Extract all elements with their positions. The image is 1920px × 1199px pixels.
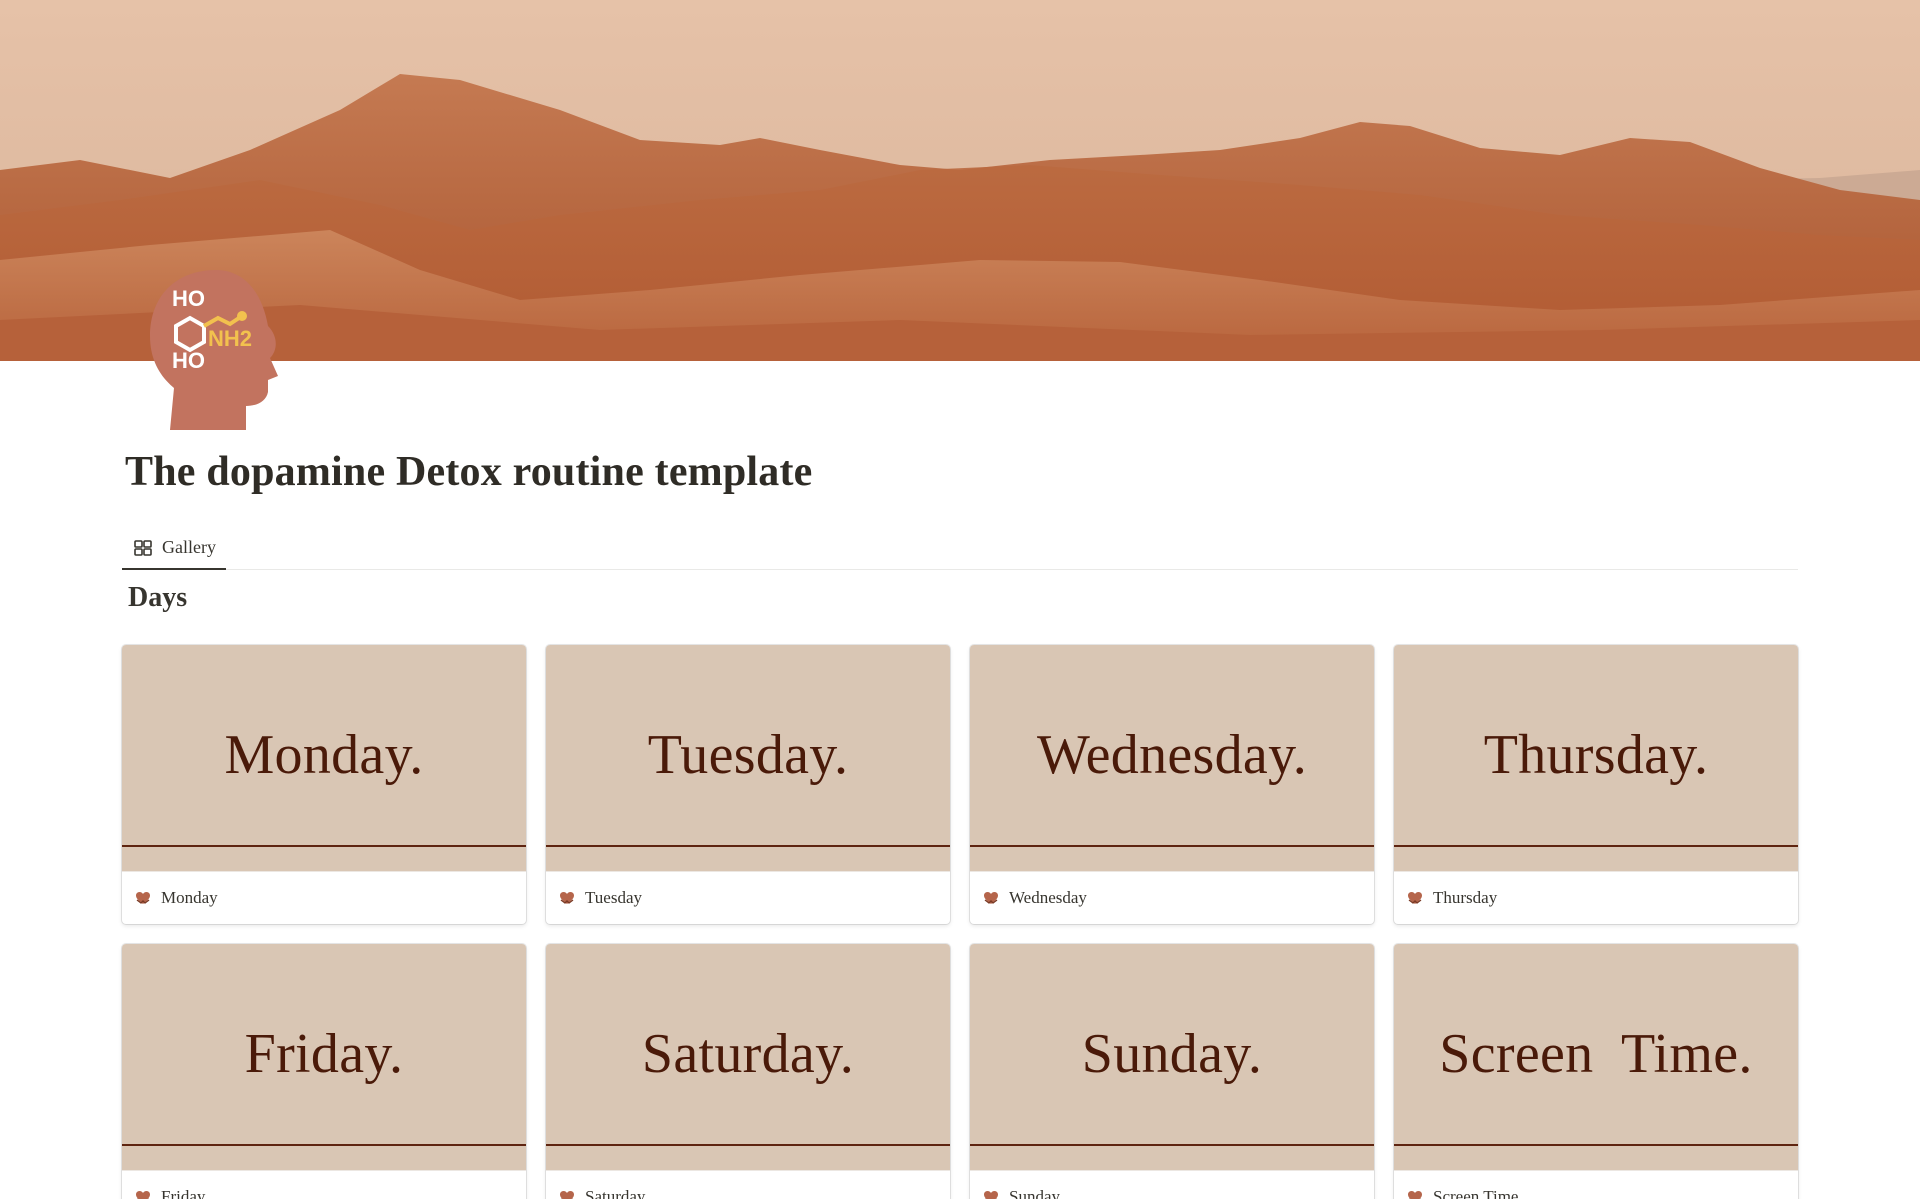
card-cover: Saturday. <box>546 944 950 1170</box>
view-tabs: Gallery <box>122 527 1798 570</box>
card-cover-text: Tuesday. <box>647 724 849 786</box>
page-cover <box>0 0 1920 361</box>
svg-text:HO: HO <box>172 286 205 311</box>
card-cover-divider <box>122 845 526 847</box>
card-footer: Friday <box>122 1170 526 1199</box>
card-cover-text: Friday. <box>244 1023 404 1085</box>
card-cover-divider <box>546 845 950 847</box>
card-cover: Sunday. <box>970 944 1374 1170</box>
card-footer: Screen Time <box>1394 1170 1798 1199</box>
card-title: Screen Time <box>1433 1187 1519 1199</box>
card-cover: Tuesday. <box>546 645 950 871</box>
page-title[interactable]: The dopamine Detox routine template <box>125 448 813 496</box>
card-cover-text: Monday. <box>224 724 424 786</box>
gallery-card-thursday[interactable]: Thursday. Thursday <box>1394 645 1798 924</box>
svg-text:NH2: NH2 <box>208 326 252 351</box>
card-footer: Thursday <box>1394 871 1798 924</box>
card-cover-divider <box>1394 845 1798 847</box>
gallery-card-wednesday[interactable]: Wednesday. Wednesday <box>970 645 1374 924</box>
heart-hands-icon <box>1406 889 1424 907</box>
card-footer: Tuesday <box>546 871 950 924</box>
card-cover: Wednesday. <box>970 645 1374 871</box>
card-cover: Monday. <box>122 645 526 871</box>
gallery-card-tuesday[interactable]: Tuesday. Tuesday <box>546 645 950 924</box>
card-cover-divider <box>970 845 1374 847</box>
card-cover-text: Thursday. <box>1483 724 1709 786</box>
card-cover: Thursday. <box>1394 645 1798 871</box>
card-title: Wednesday <box>1009 888 1087 907</box>
heart-hands-icon <box>982 1188 1000 1199</box>
gallery-card-monday[interactable]: Monday. Monday <box>122 645 526 924</box>
card-title: Sunday <box>1009 1187 1060 1199</box>
gallery-card-sunday[interactable]: Sunday. Sunday <box>970 944 1374 1199</box>
card-footer: Wednesday <box>970 871 1374 924</box>
tab-gallery[interactable]: Gallery <box>122 527 226 570</box>
heart-hands-icon <box>134 889 152 907</box>
section-title-days[interactable]: Days <box>128 582 187 614</box>
card-cover-text: Screen Time. <box>1439 1023 1753 1085</box>
card-cover-divider <box>546 1144 950 1146</box>
gallery-card-saturday[interactable]: Saturday. Saturday <box>546 944 950 1199</box>
card-cover-divider <box>1394 1144 1798 1146</box>
card-cover-divider <box>970 1144 1374 1146</box>
heart-hands-icon <box>558 889 576 907</box>
card-title: Tuesday <box>585 888 642 907</box>
gallery-card-screen-time[interactable]: Screen Time. Screen Time <box>1394 944 1798 1199</box>
card-title: Saturday <box>585 1187 646 1199</box>
gallery-grid-icon <box>133 538 153 558</box>
heart-hands-icon <box>1406 1188 1424 1199</box>
card-cover: Friday. <box>122 944 526 1170</box>
card-cover-text: Sunday. <box>1081 1023 1263 1085</box>
heart-hands-icon <box>558 1188 576 1199</box>
card-title: Friday <box>161 1187 206 1199</box>
desert-dunes-image <box>0 0 1920 361</box>
card-title: Monday <box>161 888 218 907</box>
tab-gallery-label: Gallery <box>162 537 216 557</box>
card-cover-text: Saturday. <box>641 1023 855 1085</box>
card-cover-text: Wednesday. <box>1036 724 1308 786</box>
card-footer: Sunday <box>970 1170 1374 1199</box>
svg-text:HO: HO <box>172 348 205 373</box>
card-cover-divider <box>122 1144 526 1146</box>
card-footer: Saturday <box>546 1170 950 1199</box>
gallery-grid: Monday. Monday Tuesday. Tuesday Wednesda… <box>122 645 1798 1199</box>
card-cover: Screen Time. <box>1394 944 1798 1170</box>
heart-hands-icon <box>982 889 1000 907</box>
heart-hands-icon <box>134 1188 152 1199</box>
gallery-card-friday[interactable]: Friday. Friday <box>122 944 526 1199</box>
brain-dopamine-icon[interactable]: HO NH2 HO <box>146 266 286 430</box>
card-footer: Monday <box>122 871 526 924</box>
card-title: Thursday <box>1433 888 1498 907</box>
